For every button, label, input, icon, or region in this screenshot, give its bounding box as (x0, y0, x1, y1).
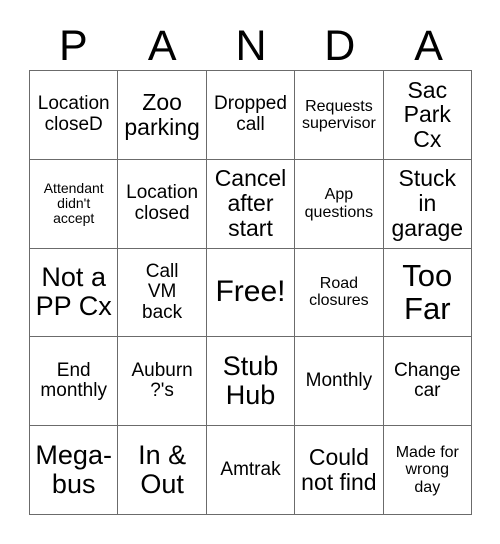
bingo-grid: Location closeD Zoo parking Dropped call Re… (29, 70, 472, 515)
bingo-cell-r4c2[interactable]: Auburn ?'s (118, 337, 207, 427)
bingo-cell-r1c1[interactable]: Location closeD (30, 71, 119, 160)
bingo-cell-r4c5[interactable]: Change car (383, 337, 472, 427)
bingo-cell-r1c4[interactable]: Requests supervisor (295, 71, 384, 160)
bingo-cell-r2c5[interactable]: Stuck in garage (383, 159, 472, 249)
bingo-cell-label: Not a PP Cx (35, 262, 112, 322)
bingo-cell-r1c3[interactable]: Dropped call (206, 71, 296, 160)
bingo-cell-r3c5[interactable]: Too Far (383, 248, 472, 338)
bingo-cell-label: Dropped call (214, 93, 287, 135)
bingo-cell-r2c2[interactable]: Location closed (118, 159, 207, 249)
bingo-cell-label: Free! (215, 275, 286, 309)
bingo-cell-r1c2[interactable]: Zoo parking (118, 71, 207, 160)
bingo-cell-r3c4[interactable]: Road closures (295, 248, 384, 338)
bingo-cell-r3c2[interactable]: Call VM back (118, 248, 207, 338)
bingo-cell-label: Road closures (309, 275, 369, 310)
bingo-cell-label: Too Far (402, 258, 453, 327)
bingo-cell-r5c1[interactable]: Mega- bus (30, 426, 119, 515)
bingo-cell-label: App questions (304, 186, 374, 221)
bingo-cell-label: Mega- bus (35, 439, 112, 500)
bingo-cell-label: End monthly (40, 359, 107, 402)
bingo-cell-r2c3[interactable]: Cancel after start (206, 159, 296, 249)
bingo-cell-r4c1[interactable]: End monthly (30, 337, 119, 427)
bingo-cell-r4c4[interactable]: Monthly (295, 337, 384, 427)
bingo-header: P A N D A (29, 22, 473, 70)
bingo-cell-r2c4[interactable]: App questions (295, 159, 384, 249)
bingo-cell-label: Call VM back (142, 260, 183, 323)
bingo-cell-r5c4[interactable]: Could not find (295, 426, 384, 515)
header-letter-4: A (414, 22, 443, 70)
bingo-cell-label: Attendant didn't accept (43, 180, 104, 227)
header-letter-1: A (147, 22, 177, 70)
header-letter-3: D (324, 22, 356, 70)
bingo-cell-label: Stub Hub (222, 351, 279, 411)
bingo-cell-r5c2[interactable]: In & Out (118, 426, 207, 515)
bingo-cell-label: Sac Park Cx (403, 76, 451, 153)
bingo-cell-r3c1[interactable]: Not a PP Cx (30, 248, 119, 338)
bingo-cell-label: Auburn ?'s (131, 359, 193, 402)
bingo-card: P A N D A Location closeD Zoo parking Drop… (0, 0, 500, 544)
bingo-cell-r5c5[interactable]: Made for wrong day (383, 426, 472, 515)
bingo-cell-label: Location closeD (37, 93, 110, 135)
bingo-cell-label: Could not find (301, 444, 377, 496)
bingo-cell-label: Zoo parking (124, 89, 200, 140)
header-letter-0: P (59, 22, 88, 70)
bingo-cell-label: Amtrak (220, 458, 281, 480)
bingo-cell-r2c1[interactable]: Attendant didn't accept (30, 159, 119, 249)
bingo-cell-label: Cancel after start (214, 165, 287, 242)
header-letter-2: N (235, 22, 267, 70)
bingo-cell-label: Monthly (305, 370, 373, 392)
bingo-cell-r5c3[interactable]: Amtrak (206, 426, 296, 515)
bingo-cell-label: In & Out (138, 439, 187, 500)
bingo-cell-label: Requests supervisor (301, 97, 376, 132)
bingo-cell-label: Location closed (126, 182, 199, 224)
bingo-cell-r3c3[interactable]: Free! (206, 248, 296, 338)
bingo-cell-label: Made for wrong day (395, 444, 459, 496)
bingo-cell-r1c5[interactable]: Sac Park Cx (383, 71, 472, 160)
bingo-cell-label: Stuck in garage (391, 165, 464, 242)
bingo-cell-r4c3[interactable]: Stub Hub (206, 337, 296, 427)
bingo-cell-label: Change car (394, 359, 461, 402)
